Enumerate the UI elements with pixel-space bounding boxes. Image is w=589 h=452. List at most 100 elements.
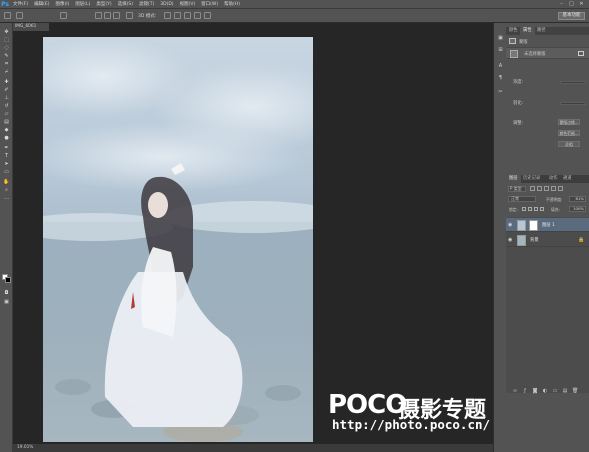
healing-brush-tool-icon[interactable]: ✚ xyxy=(3,79,10,85)
menu-select[interactable]: 选择(S) xyxy=(115,0,136,9)
tab-actions[interactable]: 动作 xyxy=(546,175,561,183)
maximize-icon[interactable]: □ xyxy=(568,1,575,7)
mask-edge-button[interactable]: 蒙版边缘... xyxy=(558,119,580,125)
shape-tool-icon[interactable]: ▭ xyxy=(3,169,10,175)
document-canvas[interactable] xyxy=(43,37,313,442)
document-tab[interactable]: IMG_6061 xyxy=(13,23,49,31)
auto-select-checkbox[interactable] xyxy=(16,12,23,19)
visibility-eye-icon[interactable]: ◉ xyxy=(508,222,514,228)
tools-preset-icon[interactable]: ✂ xyxy=(497,89,504,96)
layer-row-background[interactable]: ◉ 背景 🔒 xyxy=(506,233,589,247)
paragraph-panel-icon[interactable]: ¶ xyxy=(497,75,504,82)
eyedropper-tool-icon[interactable]: ⌿ xyxy=(3,69,10,75)
crop-tool-icon[interactable]: ⌗ xyxy=(3,61,10,67)
feather-slider[interactable] xyxy=(560,102,586,105)
vector-mask-icon[interactable] xyxy=(578,51,584,56)
zoom-tool-icon[interactable]: ⌕ xyxy=(3,187,10,193)
eraser-tool-icon[interactable]: ▱ xyxy=(3,111,10,117)
lock-pixels-icon[interactable] xyxy=(528,207,532,211)
visibility-eye-icon[interactable]: ◉ xyxy=(508,237,514,243)
menu-window[interactable]: 窗口(W) xyxy=(198,0,221,9)
gradient-tool-icon[interactable]: ▤ xyxy=(3,119,10,125)
filter-pixel-icon[interactable] xyxy=(530,186,535,191)
menu-3d[interactable]: 3D(D) xyxy=(157,0,176,9)
type-tool-icon[interactable]: T xyxy=(3,153,10,159)
align-bottom-icon[interactable] xyxy=(113,12,120,19)
layer-name[interactable]: 图层 1 xyxy=(542,222,555,228)
3d-roll-icon[interactable] xyxy=(174,12,181,19)
lock-transparent-icon[interactable] xyxy=(522,207,526,211)
align-middle-icon[interactable] xyxy=(104,12,111,19)
extra-tools-icon[interactable]: … xyxy=(3,195,10,201)
menu-help[interactable]: 帮助(H) xyxy=(221,0,243,9)
tab-properties[interactable]: 属性 xyxy=(520,27,535,35)
filter-shape-icon[interactable] xyxy=(551,186,556,191)
path-select-tool-icon[interactable]: ➤ xyxy=(3,161,10,167)
layer-row-layer1[interactable]: ◉ 图层 1 xyxy=(506,218,589,232)
history-panel-icon[interactable]: ▣ xyxy=(497,35,504,42)
workspace-switcher[interactable]: 基本功能 xyxy=(558,12,585,20)
delete-layer-icon[interactable]: 🗑 xyxy=(572,388,578,394)
menu-filter[interactable]: 滤镜(T) xyxy=(136,0,157,9)
lock-all-icon[interactable] xyxy=(540,207,544,211)
new-layer-icon[interactable]: ▤ xyxy=(562,388,568,394)
minimize-icon[interactable]: – xyxy=(558,1,565,7)
screen-mode-icon[interactable]: ▣ xyxy=(3,299,10,305)
filter-type-icon[interactable] xyxy=(544,186,549,191)
adjustment-layer-icon[interactable]: ◐ xyxy=(542,388,548,394)
mask-row[interactable]: 未选择蒙版 xyxy=(506,47,589,59)
tab-channels[interactable]: 通道 xyxy=(560,175,575,183)
tab-color[interactable]: 颜色 xyxy=(506,27,521,35)
filter-adjust-icon[interactable] xyxy=(537,186,542,191)
background-color-swatch[interactable] xyxy=(5,277,11,283)
3d-rotate-icon[interactable] xyxy=(164,12,171,19)
move-tool-icon[interactable] xyxy=(4,12,11,19)
tab-layers[interactable]: 图层 xyxy=(506,175,521,183)
color-range-button[interactable]: 颜色范围... xyxy=(558,130,580,136)
lasso-tool-icon[interactable]: ◌ xyxy=(3,45,10,51)
transform-controls-checkbox[interactable] xyxy=(60,12,67,19)
3d-scale-icon[interactable] xyxy=(204,12,211,19)
menu-type[interactable]: 类型(Y) xyxy=(93,0,114,9)
zoom-level[interactable]: 19.01% xyxy=(17,445,33,450)
history-brush-tool-icon[interactable]: ↺ xyxy=(3,103,10,109)
pixel-mask-icon[interactable] xyxy=(510,50,518,58)
tab-history[interactable]: 历史记录 xyxy=(520,175,543,183)
blend-mode-select[interactable]: 正常 xyxy=(508,196,536,202)
clone-stamp-tool-icon[interactable]: ⊥ xyxy=(3,95,10,101)
opacity-field[interactable]: 61% xyxy=(569,196,586,202)
menu-view[interactable]: 视图(V) xyxy=(177,0,199,9)
move-tool-icon[interactable]: ✥ xyxy=(3,29,10,35)
menu-file[interactable]: 文件(F) xyxy=(10,0,31,9)
quick-mask-icon[interactable]: ◘ xyxy=(3,290,10,296)
align-top-icon[interactable] xyxy=(95,12,102,19)
menu-edit[interactable]: 编辑(E) xyxy=(31,0,52,9)
fill-field[interactable]: 100% xyxy=(569,206,586,212)
3d-pan-icon[interactable] xyxy=(184,12,191,19)
menu-layer[interactable]: 图层(L) xyxy=(72,0,93,9)
close-icon[interactable]: ✕ xyxy=(578,1,585,7)
invert-button[interactable]: 反相 xyxy=(558,141,580,147)
layer-name[interactable]: 背景 xyxy=(530,237,539,243)
quick-select-tool-icon[interactable]: ✎ xyxy=(3,53,10,59)
menu-image[interactable]: 图像(I) xyxy=(52,0,72,9)
layer-mask-thumbnail[interactable] xyxy=(529,220,538,231)
character-panel-icon[interactable]: A xyxy=(497,63,504,70)
brush-tool-icon[interactable]: ✐ xyxy=(3,87,10,93)
link-layers-icon[interactable]: ∞ xyxy=(512,388,518,394)
new-group-icon[interactable]: ▭ xyxy=(552,388,558,394)
properties-panel-icon[interactable]: ⊞ xyxy=(497,47,504,54)
pen-tool-icon[interactable]: ✒ xyxy=(3,145,10,151)
add-mask-icon[interactable]: ◙ xyxy=(532,388,538,394)
density-slider[interactable] xyxy=(560,81,586,84)
dodge-tool-icon[interactable]: ● xyxy=(3,135,10,141)
layer-style-icon[interactable]: ƒ xyxy=(522,388,528,394)
lock-position-icon[interactable] xyxy=(534,207,538,211)
3d-slide-icon[interactable] xyxy=(194,12,201,19)
filter-smart-icon[interactable] xyxy=(558,186,563,191)
distribute-icon[interactable] xyxy=(126,12,133,19)
marquee-tool-icon[interactable]: ⬚ xyxy=(3,37,10,43)
layer-filter-select[interactable]: P 类型 xyxy=(508,186,526,192)
hand-tool-icon[interactable]: ✋ xyxy=(3,179,10,185)
tab-paths[interactable]: 路径 xyxy=(534,27,549,35)
